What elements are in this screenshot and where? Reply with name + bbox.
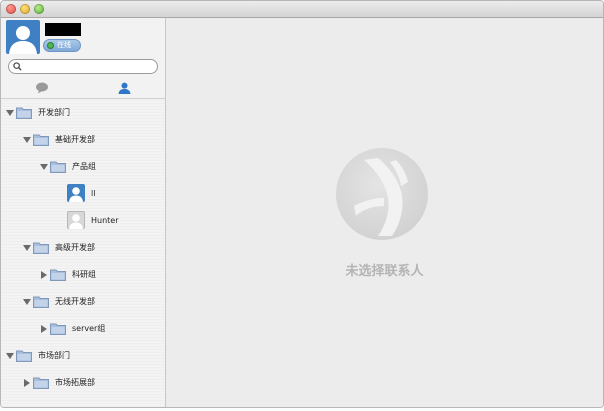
contact-name: ll (91, 189, 96, 198)
contact-avatar-online (67, 184, 85, 202)
minimize-window-button[interactable] (20, 4, 30, 14)
contact-row-hunter[interactable]: Hunter (1, 207, 165, 234)
folder-icon (16, 107, 32, 119)
expanded-triangle-icon[interactable] (23, 244, 31, 252)
zoom-window-button[interactable] (34, 4, 44, 14)
tree-row-dept-dev[interactable]: 开发部门 (1, 99, 165, 126)
tree-label: server组 (72, 324, 106, 333)
tree-row-server-group[interactable]: server组 (1, 315, 165, 342)
search-box[interactable] (8, 59, 158, 74)
expanded-triangle-icon[interactable] (23, 298, 31, 306)
person-icon (9, 26, 37, 54)
tree-label: 市场拓展部 (55, 378, 95, 387)
tab-contacts[interactable] (83, 77, 165, 98)
tree-label: 产品组 (72, 162, 96, 171)
online-status-icon (47, 42, 54, 49)
folder-icon (50, 323, 66, 335)
tree-row-research-group[interactable]: 科研组 (1, 261, 165, 288)
collapsed-triangle-icon[interactable] (40, 325, 48, 333)
tree-row-market-expansion[interactable]: 市场拓展部 (1, 369, 165, 396)
expanded-triangle-icon[interactable] (23, 136, 31, 144)
tree-label: 科研组 (72, 270, 96, 279)
contact-avatar-offline (67, 211, 85, 229)
close-window-button[interactable] (6, 4, 16, 14)
expanded-triangle-icon[interactable] (6, 109, 14, 117)
title-bar (1, 1, 603, 18)
tree-label: 无线开发部 (55, 297, 95, 306)
no-contact-selected-text: 未选择联系人 (345, 264, 424, 279)
folder-icon (33, 296, 49, 308)
collapsed-triangle-icon[interactable] (23, 379, 31, 387)
sidebar-tabs (1, 77, 165, 99)
search-input[interactable] (22, 61, 145, 72)
app-window: 在线 开发部门 基础开发部 产品组 ll Hunter 高级开发部 科研组 无线… (0, 0, 604, 408)
user-avatar[interactable] (6, 20, 40, 54)
tab-chats[interactable] (1, 77, 83, 98)
status-label: 在线 (57, 41, 71, 49)
contact-tree: 开发部门 基础开发部 产品组 ll Hunter 高级开发部 科研组 无线开发部… (1, 99, 165, 407)
tree-row-basic-dev[interactable]: 基础开发部 (1, 126, 165, 153)
folder-icon (33, 377, 49, 389)
collapsed-triangle-icon[interactable] (40, 271, 48, 279)
folder-icon (50, 161, 66, 173)
folder-icon (33, 242, 49, 254)
folder-icon (33, 134, 49, 146)
contact-row-ll[interactable]: ll (1, 180, 165, 207)
sidebar: 在线 开发部门 基础开发部 产品组 ll Hunter 高级开发部 科研组 无线… (1, 18, 166, 407)
user-name-redacted (45, 23, 81, 36)
chat-panel: 未选择联系人 (166, 18, 603, 407)
contacts-person-icon (118, 82, 130, 94)
app-logo-watermark-icon (336, 148, 428, 240)
profile-header: 在线 (1, 18, 165, 58)
chat-bubble-icon (36, 82, 48, 93)
person-icon (69, 187, 83, 202)
search-icon (13, 62, 22, 71)
tree-row-dept-market[interactable]: 市场部门 (1, 342, 165, 369)
expanded-triangle-icon[interactable] (40, 163, 48, 171)
tree-label: 市场部门 (38, 351, 70, 360)
tree-row-advanced-dev[interactable]: 高级开发部 (1, 234, 165, 261)
person-icon (69, 214, 83, 229)
expanded-triangle-icon[interactable] (6, 352, 14, 360)
tree-label: 高级开发部 (55, 243, 95, 252)
tree-row-wireless-dev[interactable]: 无线开发部 (1, 288, 165, 315)
status-selector[interactable]: 在线 (43, 39, 81, 52)
tree-label: 基础开发部 (55, 135, 95, 144)
tree-label: 开发部门 (38, 108, 70, 117)
tree-row-product-group[interactable]: 产品组 (1, 153, 165, 180)
folder-icon (16, 350, 32, 362)
contact-name: Hunter (91, 216, 119, 225)
folder-icon (50, 269, 66, 281)
